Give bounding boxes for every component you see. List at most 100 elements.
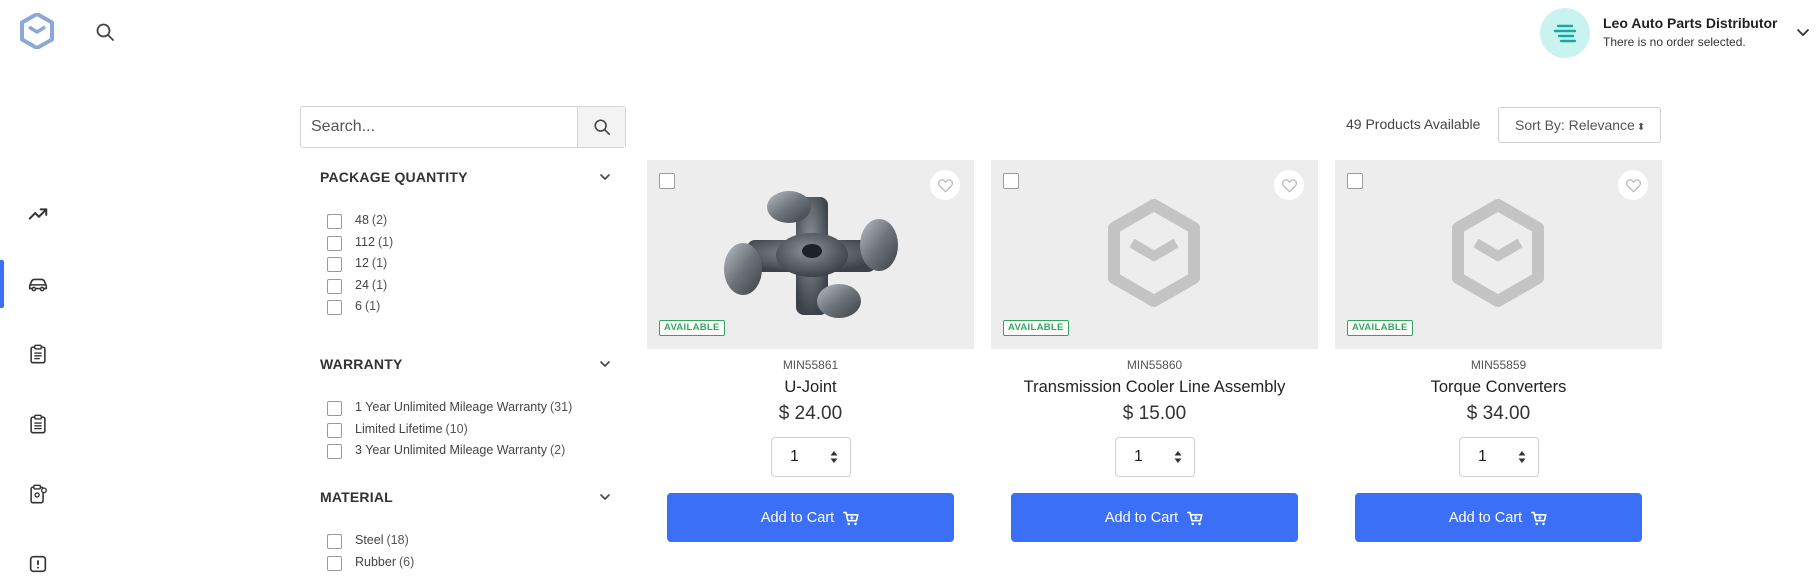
search-input[interactable] bbox=[301, 107, 576, 147]
product-name[interactable]: Transmission Cooler Line Assembly bbox=[991, 378, 1318, 397]
checkbox[interactable] bbox=[327, 214, 342, 229]
checkbox[interactable] bbox=[327, 278, 342, 294]
filter-option[interactable]: 1 Year Unlimited Mileage Warranty (31) bbox=[300, 397, 626, 419]
chevron-down-icon[interactable] bbox=[598, 490, 612, 504]
chevron-down-icon[interactable] bbox=[598, 170, 612, 184]
cart-icon bbox=[1531, 511, 1547, 525]
sidebar bbox=[0, 0, 76, 578]
trending-up-icon bbox=[28, 208, 48, 220]
filter-section-header[interactable]: PACKAGE QUANTITY bbox=[300, 166, 626, 188]
filter-option-count: (31) bbox=[550, 400, 573, 414]
checkbox[interactable] bbox=[327, 444, 342, 459]
u-joint-image bbox=[724, 191, 898, 318]
checkbox[interactable] bbox=[327, 422, 342, 438]
cart-icon bbox=[1187, 511, 1203, 525]
add-to-cart-button[interactable]: Add to Cart bbox=[1011, 493, 1298, 542]
placeholder-logo-icon bbox=[1452, 199, 1544, 307]
quantity-stepper[interactable]: 1 bbox=[1115, 437, 1195, 477]
filter-option[interactable]: Rubber (6) bbox=[300, 552, 626, 574]
filter-option-label: Rubber bbox=[355, 554, 396, 569]
quantity-value: 1 bbox=[1134, 448, 1143, 465]
filter-option[interactable]: 24 (1) bbox=[300, 275, 626, 297]
avatar[interactable] bbox=[1540, 8, 1590, 58]
filter-option-label: Steel bbox=[355, 533, 384, 547]
product-image[interactable]: AVAILABLE bbox=[647, 160, 974, 349]
search-icon[interactable] bbox=[95, 22, 115, 42]
product-select-checkbox[interactable] bbox=[659, 173, 675, 189]
add-to-cart-label: Add to Cart bbox=[1448, 509, 1523, 526]
filter-option[interactable]: 112 (1) bbox=[300, 232, 626, 254]
filter-option-label: 6 bbox=[355, 299, 362, 313]
add-to-cart-button[interactable]: Add to Cart bbox=[1355, 493, 1642, 542]
sidebar-item-orders[interactable] bbox=[0, 330, 76, 378]
product-sku: MIN55859 bbox=[1470, 358, 1527, 372]
spinner-arrows-icon[interactable] bbox=[830, 450, 838, 464]
filter-section-material: MATERIAL Steel (18) Rubber (6) bbox=[300, 486, 626, 573]
sidebar-item-vehicles[interactable] bbox=[0, 260, 76, 308]
sidebar-item-alerts[interactable] bbox=[0, 540, 76, 578]
filter-option-count: (1) bbox=[364, 299, 381, 313]
checkbox[interactable] bbox=[327, 534, 342, 549]
spinner-arrows-icon[interactable] bbox=[1518, 450, 1526, 464]
favorite-button[interactable] bbox=[1618, 170, 1648, 200]
favorite-button[interactable] bbox=[1274, 170, 1304, 200]
spinner-arrows-icon[interactable] bbox=[1174, 450, 1182, 464]
filter-panel bbox=[300, 106, 626, 148]
filter-section-title: PACKAGE QUANTITY bbox=[320, 169, 468, 185]
add-to-cart-button[interactable]: Add to Cart bbox=[667, 493, 954, 542]
checkbox[interactable] bbox=[327, 401, 342, 416]
checkbox[interactable] bbox=[327, 257, 342, 272]
filter-option[interactable]: 48 (2) bbox=[300, 210, 626, 232]
search-button[interactable] bbox=[577, 107, 625, 147]
clipboard-user-icon bbox=[30, 484, 47, 504]
filter-option[interactable]: Limited Lifetime (10) bbox=[300, 419, 626, 441]
product-search bbox=[300, 106, 626, 148]
product-price: $ 34.00 bbox=[1466, 403, 1531, 424]
filter-option-count: (1) bbox=[371, 256, 388, 270]
product-name[interactable]: U-Joint bbox=[647, 378, 974, 397]
product-name[interactable]: Torque Converters bbox=[1335, 378, 1662, 397]
sort-arrows-icon: ⬍ bbox=[1636, 122, 1646, 133]
filter-option[interactable]: Steel (18) bbox=[300, 530, 626, 552]
quantity-stepper[interactable]: 1 bbox=[771, 437, 851, 477]
product-card: AVAILABLE MIN55861 U-Joint $ 24.00 1 Add… bbox=[647, 160, 974, 562]
heart-icon bbox=[1625, 178, 1641, 192]
car-icon bbox=[28, 278, 48, 292]
app-logo-icon[interactable] bbox=[20, 13, 54, 49]
clipboard-list-icon bbox=[30, 344, 46, 364]
filter-section-title: MATERIAL bbox=[320, 489, 393, 505]
product-image[interactable]: AVAILABLE bbox=[1335, 160, 1662, 349]
filter-option-count: (1) bbox=[371, 277, 388, 292]
filter-option-label: 1 Year Unlimited Mileage Warranty bbox=[355, 400, 547, 414]
clipboard-icon bbox=[30, 414, 46, 434]
filter-option[interactable]: 6 (1) bbox=[300, 296, 626, 318]
checkbox[interactable] bbox=[327, 300, 342, 315]
sort-label: Sort By: Relevance bbox=[1515, 117, 1635, 133]
chevron-down-icon[interactable] bbox=[1795, 24, 1811, 40]
filter-section-header[interactable]: MATERIAL bbox=[300, 486, 626, 508]
chevron-down-icon[interactable] bbox=[598, 357, 612, 371]
user-account-menu[interactable]: Leo Auto Parts Distributor There is no o… bbox=[1540, 6, 1820, 58]
order-status-text: There is no order selected. bbox=[1603, 35, 1746, 49]
add-to-cart-label: Add to Cart bbox=[1104, 509, 1179, 526]
placeholder-logo-icon bbox=[1108, 199, 1200, 307]
filter-option[interactable]: 12 (1) bbox=[300, 253, 626, 275]
sidebar-item-lists[interactable] bbox=[0, 400, 76, 448]
search-icon bbox=[593, 119, 610, 136]
sort-select[interactable]: Sort By: Relevance ⬍ bbox=[1498, 107, 1661, 143]
filter-section-header[interactable]: WARRANTY bbox=[300, 353, 626, 375]
filter-option-count: (10) bbox=[445, 421, 468, 436]
filter-option[interactable]: 3 Year Unlimited Mileage Warranty (2) bbox=[300, 440, 626, 462]
sidebar-item-account[interactable] bbox=[0, 470, 76, 518]
checkbox[interactable] bbox=[327, 555, 342, 571]
product-select-checkbox[interactable] bbox=[1347, 173, 1363, 189]
filter-option-label: 112 bbox=[355, 234, 375, 249]
sidebar-item-trends[interactable] bbox=[0, 190, 76, 238]
favorite-button[interactable] bbox=[930, 170, 960, 200]
checkbox[interactable] bbox=[327, 235, 342, 251]
filter-section-title: WARRANTY bbox=[320, 356, 403, 372]
availability-badge: AVAILABLE bbox=[1347, 320, 1413, 336]
product-select-checkbox[interactable] bbox=[1003, 173, 1019, 189]
quantity-stepper[interactable]: 1 bbox=[1459, 437, 1539, 477]
product-image[interactable]: AVAILABLE bbox=[991, 160, 1318, 349]
